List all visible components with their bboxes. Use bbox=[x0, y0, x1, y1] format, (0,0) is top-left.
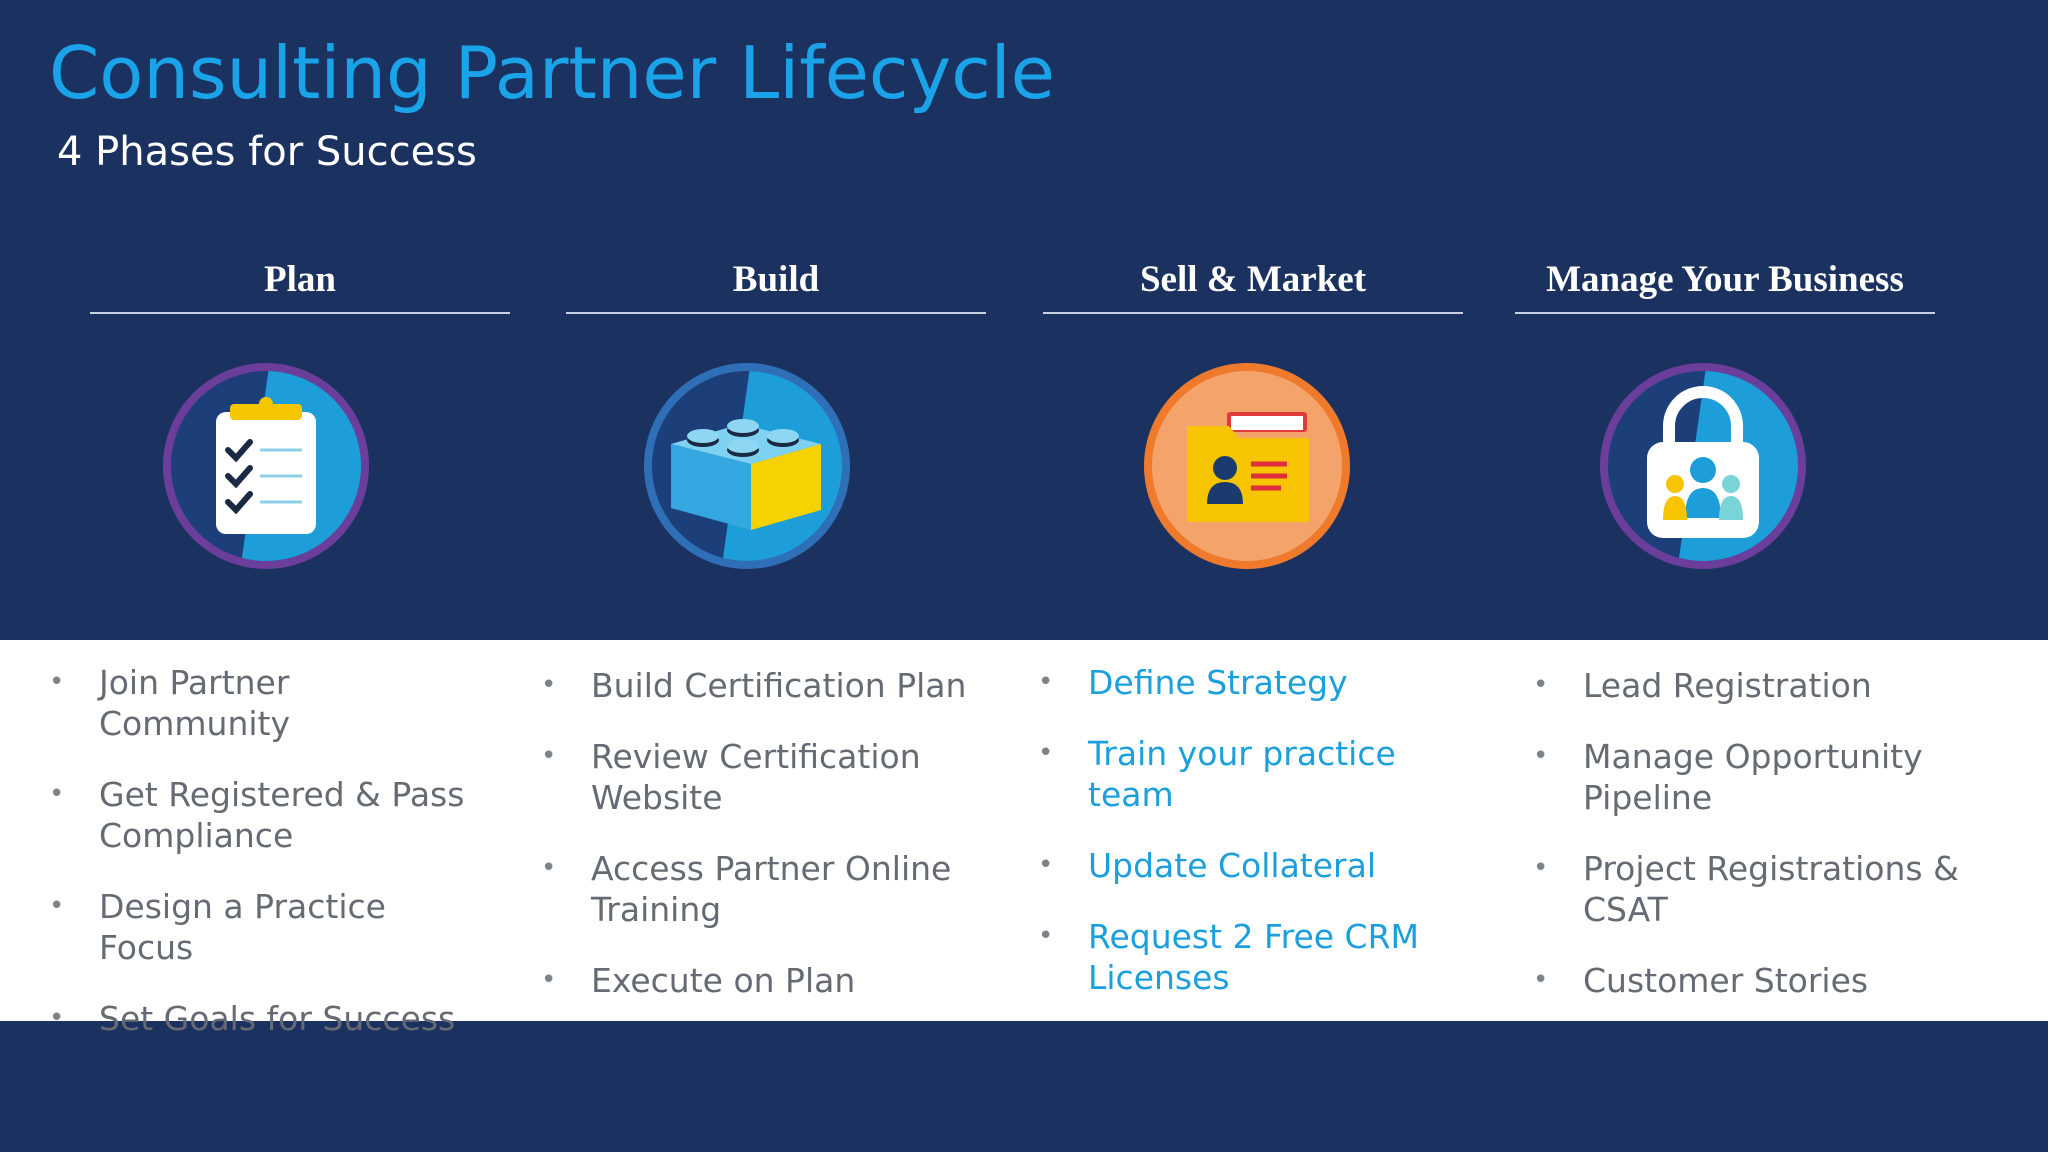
list-item: Set Goals for Success bbox=[49, 998, 489, 1039]
list-item: Get Registered & Pass Compliance bbox=[49, 774, 489, 856]
building-block-icon bbox=[641, 360, 853, 572]
slide-title: Consulting Partner Lifecycle bbox=[49, 31, 1055, 115]
contact-folder-icon bbox=[1141, 360, 1353, 572]
list-item: Train your practice team bbox=[1038, 733, 1478, 815]
plan-bullet-list: Join Partner Community Get Registered & … bbox=[49, 640, 489, 1039]
bullet-band: Join Partner Community Get Registered & … bbox=[0, 640, 2048, 1039]
list-item: Manage Opportunity Pipeline bbox=[1533, 736, 2003, 818]
list-item: Join Partner Community bbox=[49, 662, 489, 744]
manage-business-bullet-list: Lead Registration Manage Opportunity Pip… bbox=[1533, 640, 2003, 1001]
slide-subtitle: 4 Phases for Success bbox=[57, 129, 477, 175]
list-item: Design a Practice Focus bbox=[49, 886, 489, 968]
list-item: Update Collateral bbox=[1038, 845, 1478, 886]
phase-header-build: Build bbox=[566, 250, 986, 314]
phase-header-plan: Plan bbox=[90, 250, 510, 314]
team-lock-icon bbox=[1597, 360, 1809, 572]
list-item: Access Partner Online Training bbox=[541, 848, 991, 930]
list-item: Review Certification Website bbox=[541, 736, 991, 818]
list-item: Customer Stories bbox=[1533, 960, 2003, 1001]
list-item: Request 2 Free CRM Licenses bbox=[1038, 916, 1478, 998]
phase-header-manage-business: Manage Your Business bbox=[1515, 250, 1935, 314]
list-item: Lead Registration bbox=[1533, 665, 2003, 706]
slide: { "title": "Consulting Partner Lifecycle… bbox=[0, 0, 2048, 1152]
list-item: Build Certification Plan bbox=[541, 665, 991, 706]
phase-header-sell-market: Sell & Market bbox=[1043, 250, 1463, 314]
build-bullet-list: Build Certification Plan Review Certific… bbox=[541, 640, 991, 1001]
list-item: Execute on Plan bbox=[541, 960, 991, 1001]
list-item: Project Registrations & CSAT bbox=[1533, 848, 2003, 930]
list-item: Define Strategy bbox=[1038, 662, 1478, 703]
clipboard-checklist-icon bbox=[160, 360, 372, 572]
sell-market-bullet-list: Define Strategy Train your practice team… bbox=[1038, 640, 1478, 998]
